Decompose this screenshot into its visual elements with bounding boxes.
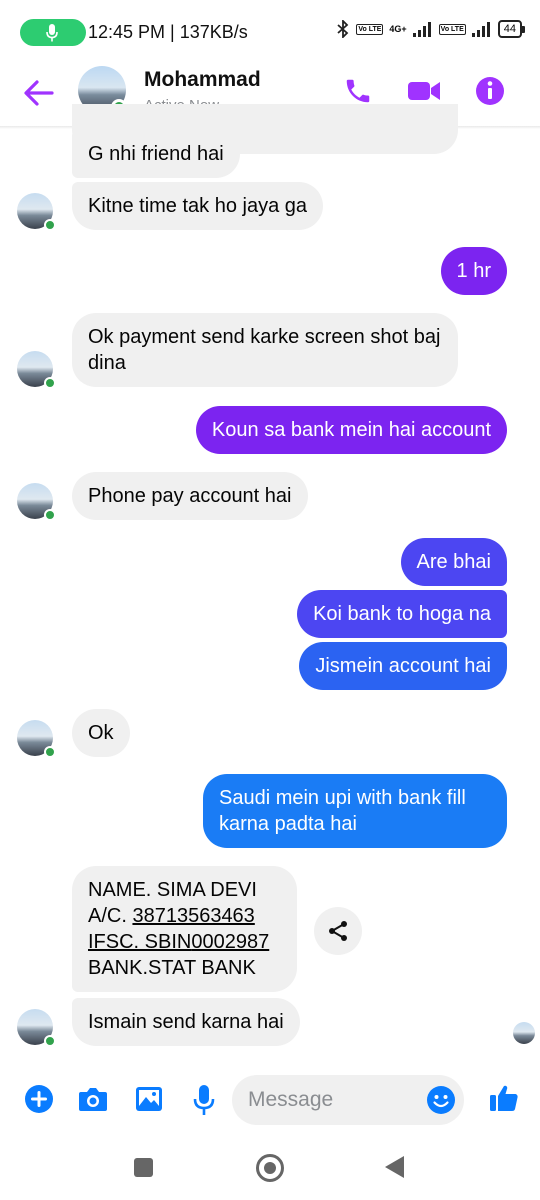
system-back-button[interactable]	[385, 1156, 404, 1178]
message-bubble-incoming[interactable]: Ismain send karna hai	[72, 998, 300, 1046]
info-icon[interactable]	[475, 76, 505, 106]
thumbs-up-icon[interactable]	[488, 1082, 520, 1114]
message-bubble-incoming[interactable]: Ok	[72, 709, 130, 757]
account-number-link[interactable]: 38713563463	[132, 905, 254, 927]
status-bar: 12:45 PM | 137KB/s Vo LTE 4G+ Vo LTE 44	[0, 0, 540, 64]
message-bubble-outgoing[interactable]: Jismein account hai	[299, 642, 507, 690]
recent-apps-button[interactable]	[134, 1158, 153, 1177]
contact-name[interactable]: Mohammad	[144, 68, 261, 92]
emoji-icon[interactable]	[426, 1085, 456, 1115]
microphone-icon[interactable]	[192, 1084, 216, 1116]
message-bubble-outgoing[interactable]: Are bhai	[400, 538, 507, 586]
read-receipt-avatar	[513, 1022, 535, 1044]
phone-icon[interactable]	[343, 76, 373, 106]
message-bubble-outgoing[interactable]: Koun sa bank mein hai account	[195, 406, 507, 454]
message-bubble-incoming[interactable]: Ok payment send karke screen shot baj di…	[72, 313, 458, 387]
home-button[interactable]	[256, 1154, 284, 1182]
bank-details-bubble[interactable]: NAME. SIMA DEVI A/C. 38713563463 IFSC. S…	[72, 866, 297, 992]
volte-badge: Vo LTE	[356, 23, 384, 35]
mic-in-use-indicator[interactable]	[20, 19, 86, 46]
sender-avatar[interactable]	[17, 351, 56, 389]
message-bubble-incoming[interactable]: G nhi friend hai	[72, 130, 240, 178]
plus-icon[interactable]	[24, 1084, 54, 1114]
message-bubble-outgoing[interactable]: Saudi mein upi with bank fill karna padt…	[203, 774, 507, 848]
sender-avatar[interactable]	[17, 193, 56, 231]
message-bubble-incoming[interactable]: Phone pay account hai	[72, 472, 308, 520]
sender-avatar[interactable]	[17, 1009, 56, 1047]
sender-avatar[interactable]	[17, 483, 56, 521]
bank-name-line: NAME. SIMA DEVI	[88, 879, 257, 901]
ifsc-number-link[interactable]: 0002987	[191, 931, 269, 953]
signal-icon	[412, 22, 431, 37]
ifsc-line: IFSC. SBIN0002987	[88, 931, 270, 953]
camera-icon[interactable]	[77, 1084, 109, 1114]
system-navigation-bar	[0, 1132, 540, 1200]
signal-icon	[471, 22, 490, 37]
back-arrow-icon[interactable]	[22, 76, 56, 110]
bank-line: BANK.STAT BANK	[88, 957, 256, 979]
status-time: 12:45 PM | 137KB/s	[88, 22, 248, 42]
message-bubble-outgoing[interactable]: 1 hr	[440, 247, 507, 295]
microphone-icon	[46, 24, 58, 42]
battery-indicator: 44	[497, 20, 526, 38]
share-icon	[329, 921, 347, 941]
video-camera-icon[interactable]	[406, 76, 442, 106]
message-composer	[0, 1068, 540, 1132]
account-number-line: A/C. 38713563463	[88, 905, 255, 927]
network-type: 4G+	[389, 24, 407, 34]
status-icons: Vo LTE 4G+ Vo LTE 44	[336, 20, 526, 38]
message-bubble-outgoing[interactable]: Koi bank to hoga na	[297, 590, 507, 638]
bluetooth-icon	[337, 20, 349, 38]
message-bubble-incoming[interactable]: Kitne time tak ho jaya ga	[72, 182, 324, 230]
sender-avatar[interactable]	[17, 720, 56, 758]
volte-badge-2: Vo LTE	[438, 23, 466, 35]
image-icon[interactable]	[134, 1084, 164, 1114]
share-button[interactable]	[314, 907, 362, 955]
